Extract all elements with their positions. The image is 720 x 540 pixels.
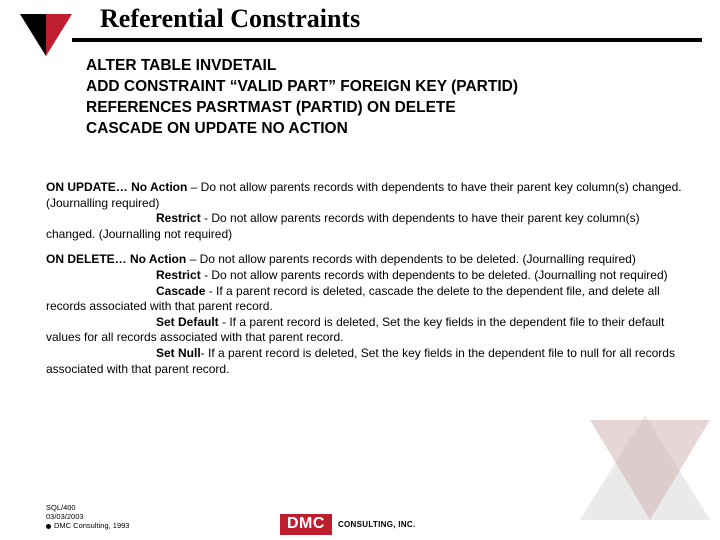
dmc-tagline: CONSULTING, INC. — [338, 520, 416, 529]
sql-line-4: CASCADE ON UPDATE NO ACTION — [86, 119, 676, 140]
sql-statement-block: ALTER TABLE INVDETAIL ADD CONSTRAINT “VA… — [86, 56, 676, 140]
sql-line-1: ALTER TABLE INVDETAIL — [86, 56, 676, 77]
decorative-triangle-icon — [590, 420, 710, 520]
ondelete-heading: ON DELETE… No Action — [46, 252, 186, 266]
footer-line-3: DMC Consulting, 1993 — [54, 521, 129, 530]
ondelete-setnull-text: - If a parent record is deleted, Set the… — [46, 346, 675, 376]
body-text: ON UPDATE… No Action – Do not allow pare… — [46, 180, 686, 387]
onupdate-heading: ON UPDATE… No Action — [46, 180, 187, 194]
title-underline — [72, 38, 702, 42]
ondelete-restrict-label: Restrict — [156, 268, 201, 282]
ondelete-noaction-text: – Do not allow parents records with depe… — [186, 252, 636, 266]
ondelete-setnull-label: Set Null — [156, 346, 201, 360]
ondelete-cascade-label: Cascade — [156, 284, 205, 298]
page-title: Referential Constraints — [100, 4, 360, 34]
ondelete-paragraph: ON DELETE… No Action – Do not allow pare… — [46, 252, 686, 377]
footer-meta: SQL/400 03/03/2003 DMC Consulting, 1993 — [46, 503, 129, 530]
bullet-icon — [46, 524, 51, 529]
footer-line-1: SQL/400 — [46, 503, 129, 512]
dmc-logo: DMC CONSULTING, INC. — [280, 514, 415, 535]
ondelete-setdefault-label: Set Default — [156, 315, 219, 329]
onupdate-restrict-label: Restrict — [156, 211, 201, 225]
sql-line-3: REFERENCES PASRTMAST (PARTID) ON DELETE — [86, 98, 676, 119]
dmc-brand: DMC — [280, 514, 332, 535]
sql-line-2: ADD CONSTRAINT “VALID PART” FOREIGN KEY … — [86, 77, 676, 98]
onupdate-restrict-text: - Do not allow parents records with depe… — [46, 211, 640, 241]
header-bullet-icon — [20, 14, 72, 56]
ondelete-cascade-text: - If a parent record is deleted, cascade… — [46, 284, 660, 314]
footer-line-2: 03/03/2003 — [46, 512, 129, 521]
ondelete-restrict-text: - Do not allow parents records with depe… — [201, 268, 668, 282]
ondelete-setdefault-text: - If a parent record is deleted, Set the… — [46, 315, 664, 345]
onupdate-paragraph: ON UPDATE… No Action – Do not allow pare… — [46, 180, 686, 242]
